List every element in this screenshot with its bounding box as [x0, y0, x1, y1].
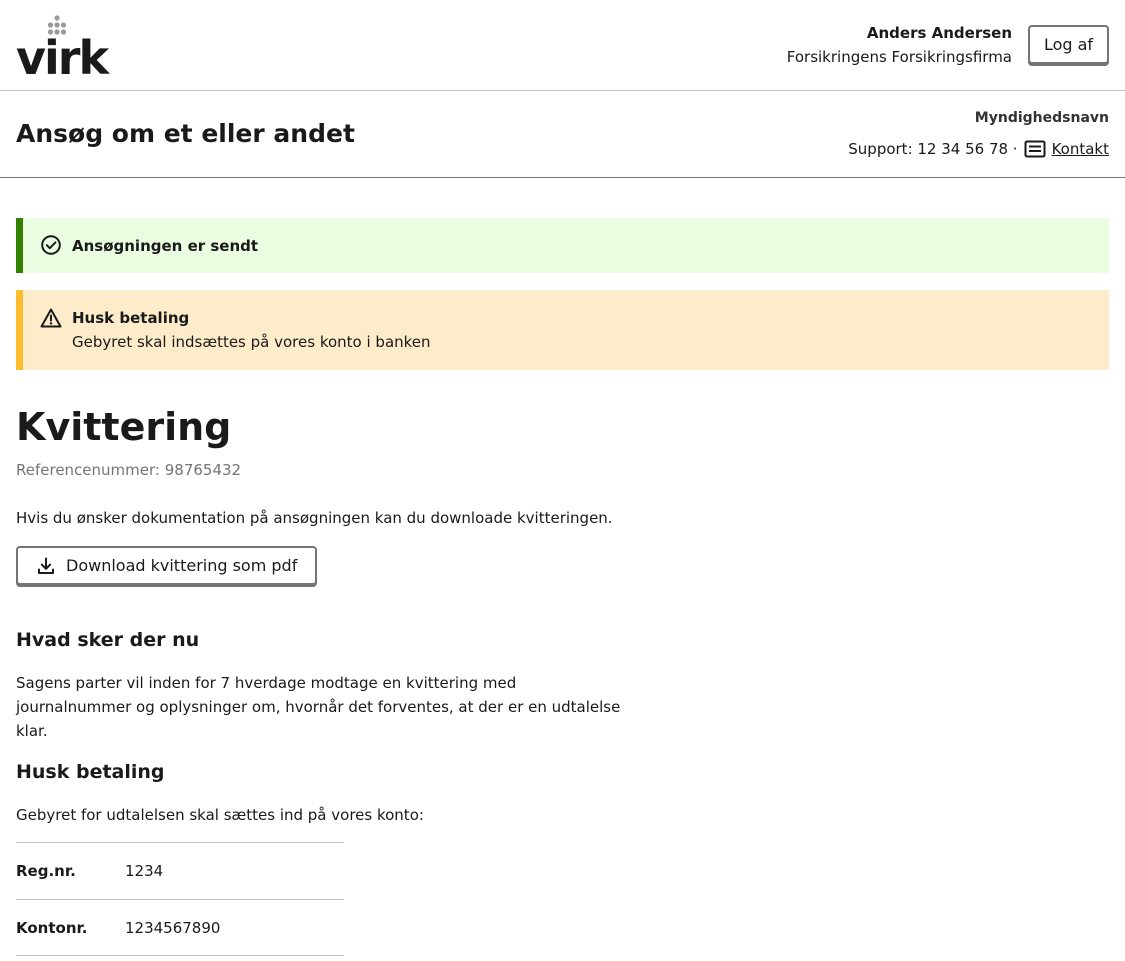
table-row: Reg.nr. 1234 [16, 842, 344, 899]
warning-alert-heading: Husk betaling [72, 309, 190, 327]
payment-text: Gebyret for udtalelsen skal sættes ind p… [16, 806, 424, 824]
authority-name: Myndighedsnavn [974, 110, 1109, 126]
service-header: Ansøg om et eller andet Myndighedsnavn S… [0, 92, 1125, 178]
service-title: Ansøg om et eller andet [16, 119, 355, 148]
account-number-label: Kontonr. [16, 918, 88, 937]
next-steps-text: Sagens parter vil inden for 7 hverdage m… [16, 674, 621, 740]
success-alert: Ansøgningen er sendt [16, 218, 1109, 273]
user-organization: Forsikringens Forsikringsfirma [786, 48, 1012, 66]
check-circle-icon [41, 235, 61, 255]
table-row: Kontonr. 1234567890 [16, 899, 344, 956]
contact-card-icon [1024, 140, 1046, 158]
user-name: Anders Andersen [866, 24, 1012, 42]
account-number-value: 1234567890 [125, 918, 221, 937]
download-button-label: Download kvittering som pdf [66, 556, 298, 575]
user-info: Anders Andersen Forsikringens Forsikring… [787, 22, 1012, 68]
intro-text: Hvis du ønsker dokumentation på ansøgnin… [16, 509, 613, 527]
page-title: Kvittering [16, 405, 232, 449]
logo-text: virk [16, 31, 110, 78]
warning-alert-text: Gebyret skal indsættes på vores konto i … [72, 333, 431, 351]
download-pdf-button[interactable]: Download kvittering som pdf [16, 546, 317, 585]
download-icon [38, 557, 54, 574]
reg-number-value: 1234 [125, 862, 164, 880]
authority-info: Myndighedsnavn Support: 12 34 56 78 · Ko… [848, 108, 1109, 160]
contact-link[interactable]: Kontakt [1052, 138, 1109, 160]
warning-alert: Husk betaling Gebyret skal indsættes på … [16, 290, 1109, 370]
reference-number: Referencenummer: 98765432 [16, 461, 242, 479]
next-steps-heading: Hvad sker der nu [16, 629, 200, 651]
top-header: virk Anders Andersen Forsikringens Forsi… [0, 0, 1125, 91]
support-phone: Support: 12 34 56 78 · [848, 140, 1018, 158]
reg-number-label: Reg.nr. [16, 862, 76, 880]
success-alert-heading: Ansøgningen er sendt [72, 237, 259, 255]
account-table: Reg.nr. 1234 Kontonr. 1234567890 [16, 842, 344, 956]
warning-triangle-icon [40, 308, 62, 328]
virk-logo[interactable]: virk [16, 14, 112, 78]
support-line: Support: 12 34 56 78 · Kontakt [848, 138, 1109, 160]
payment-heading: Husk betaling [16, 761, 165, 783]
logout-button[interactable]: Log af [1028, 25, 1109, 64]
